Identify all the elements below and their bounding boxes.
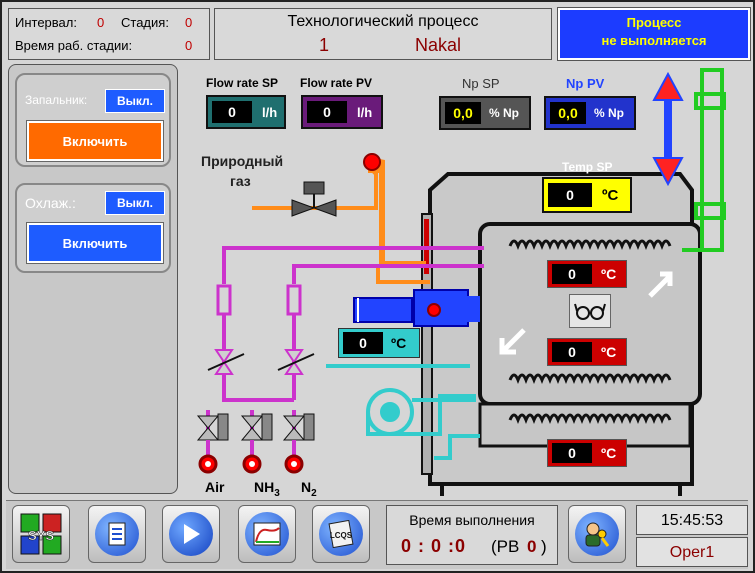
- exec-time-panel: Время выполнения 0 : 0 :0 (РВ 0 ): [386, 505, 558, 565]
- cooling-group: Охлаж.: Выкл. Включить: [15, 183, 171, 273]
- rb-close: ): [541, 537, 547, 556]
- zone-temp-top-value: 0: [552, 264, 592, 284]
- igniter-group: Запальник: Выкл. Включить: [15, 73, 171, 167]
- process-number: 1: [319, 35, 330, 55]
- lift-up-down-icon[interactable]: [652, 71, 684, 187]
- process-name: Nakal: [415, 35, 462, 55]
- exec-time-value: 0 : 0 :0: [401, 536, 467, 556]
- flow-sp-unit: l/h: [262, 104, 278, 120]
- zone-temp-bottom-unit: ºC: [601, 445, 617, 461]
- n2-label: N2: [301, 479, 317, 499]
- np-sp-value: 0,0: [445, 102, 481, 124]
- sys-logo-button[interactable]: SYS: [12, 505, 70, 563]
- temp-sp-value: 0: [548, 183, 592, 207]
- np-pv-value: 0,0: [550, 102, 586, 124]
- status-line-2: не выполняется: [601, 33, 707, 48]
- np-sp-readout[interactable]: 0,0 % Np: [439, 96, 531, 130]
- control-valves: [207, 349, 315, 375]
- stage-time-value: 0: [185, 38, 193, 53]
- zone-temp-bottom-value: 0: [552, 443, 592, 463]
- files-button[interactable]: [88, 505, 146, 563]
- clock-panel: 15:45:53: [636, 505, 748, 535]
- cooling-temp-unit: ºC: [391, 335, 407, 351]
- zone-temp-middle: 0 ºC: [547, 338, 627, 366]
- cooling-state-badge: Выкл.: [105, 191, 165, 215]
- users-button[interactable]: [568, 505, 626, 563]
- files-icon: [95, 512, 139, 556]
- zone-temp-top: 0 ºC: [547, 260, 627, 288]
- stage-label: Стадия:: [121, 15, 169, 30]
- cooling-temp-readout: 0 ºC: [338, 328, 420, 358]
- flow-sp-readout[interactable]: 0 l/h: [206, 95, 286, 129]
- trend-button[interactable]: [238, 505, 296, 563]
- rb-value: 0: [527, 537, 537, 556]
- lcqs-text: LCQS: [330, 531, 353, 540]
- trend-chart-icon: [245, 512, 289, 556]
- exec-time-label: Время выполнения: [409, 512, 535, 528]
- stage-info-panel: Интервал: 0 Стадия: 0 Время раб. стадии:…: [8, 8, 210, 60]
- np-pv-unit: % Np: [594, 106, 624, 120]
- gas-line: [252, 153, 430, 284]
- status-line-1: Процесс: [626, 15, 682, 30]
- glasses-icon[interactable]: [569, 294, 611, 328]
- lcqs-button[interactable]: LCQS: [312, 505, 370, 563]
- zone-temp-middle-unit: ºC: [601, 344, 617, 360]
- lcqs-icon: LCQS: [319, 512, 363, 556]
- zone-temp-top-unit: ºC: [601, 266, 617, 282]
- igniter-on-button[interactable]: Включить: [26, 120, 164, 162]
- nh3-label: NH3: [254, 479, 280, 499]
- interval-value: 0: [97, 15, 105, 30]
- np-sp-unit: % Np: [489, 106, 519, 120]
- np-pv-readout: 0,0 % Np: [544, 96, 636, 130]
- flow-pv-readout: 0 l/h: [301, 95, 383, 129]
- zone-temp-bottom: 0 ºC: [547, 439, 627, 467]
- flow-pv-unit: l/h: [357, 104, 373, 120]
- process-status-badge: Процесс не выполняется: [557, 7, 751, 61]
- cooling-label: Охлаж.:: [25, 195, 76, 211]
- interval-label: Интервал:: [15, 15, 77, 30]
- zone-temp-middle-value: 0: [552, 342, 592, 362]
- clock-time: 15:45:53: [660, 512, 724, 529]
- temp-sp-unit: ºC: [602, 186, 619, 204]
- temp-sp-label: Temp SP: [562, 160, 613, 174]
- play-icon: [169, 512, 213, 556]
- temp-sp-readout[interactable]: 0 ºC: [542, 177, 632, 213]
- burner-assembly: [353, 289, 480, 327]
- stage-time-label: Время раб. стадии:: [15, 38, 133, 53]
- user-key-icon: [575, 512, 619, 556]
- operator-panel[interactable]: Oper1: [636, 537, 748, 567]
- hmi-window: Интервал: 0 Стадия: 0 Время раб. стадии:…: [0, 0, 755, 573]
- isolation-valves: [196, 410, 315, 474]
- np-pv-label: Np PV: [566, 76, 605, 91]
- cooling-on-button[interactable]: Включить: [26, 222, 164, 264]
- control-sidebar: Запальник: Выкл. Включить Охлаж.: Выкл. …: [8, 64, 178, 494]
- gas-label-line-1: Природный: [201, 153, 284, 169]
- process-panel: Технологический процесс 1 Nakal: [214, 8, 552, 60]
- start-button[interactable]: [162, 505, 220, 563]
- flow-sp-label: Flow rate SP: [206, 76, 279, 90]
- igniter-label: Запальник:: [25, 93, 88, 107]
- logo-text: SYS: [28, 528, 54, 543]
- flow-pv-label: Flow rate PV: [300, 76, 373, 90]
- stage-value: 0: [185, 15, 193, 30]
- rb-label: (РВ: [491, 537, 520, 556]
- flow-sp-value: 0: [212, 101, 252, 123]
- cooling-temp-value: 0: [343, 332, 383, 354]
- air-label: Air: [205, 479, 225, 495]
- operator-name: Oper1: [669, 544, 715, 561]
- gas-label-line-2: газ: [230, 173, 251, 189]
- np-sp-label: Np SP: [462, 76, 500, 91]
- igniter-state-badge: Выкл.: [105, 89, 165, 113]
- process-title: Технологический процесс: [287, 13, 479, 30]
- flow-pv-value: 0: [307, 101, 347, 123]
